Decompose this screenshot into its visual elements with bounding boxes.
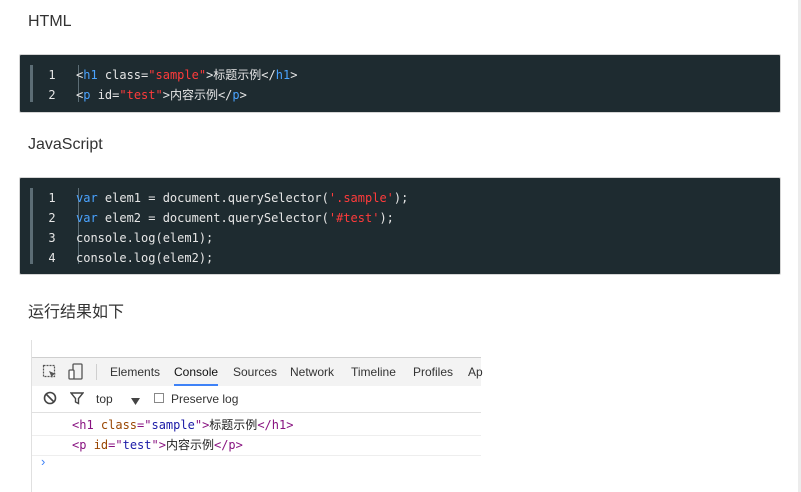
code-token: console.log(elem2); [76, 251, 214, 265]
console-token: =" [137, 418, 152, 432]
console-token: 标题示例 [209, 418, 258, 432]
code-token: "test" [119, 88, 163, 102]
line-number: 2 [48, 211, 56, 225]
heading-html: HTML [28, 13, 72, 30]
console-token: <p [72, 438, 94, 452]
devtools-tab-bar: Elements Console Sources Network Timeline Pro… [32, 357, 483, 387]
code-line: 1 <h1 class="sample">标题示例</h1> [20, 65, 740, 85]
code-token: h1 [275, 68, 291, 82]
code-token: "sample" [148, 68, 207, 82]
console-prompt[interactable]: › [41, 454, 45, 469]
line-number: 1 [48, 68, 56, 82]
line-number: 1 [48, 191, 56, 205]
dropdown-arrow-icon[interactable] [131, 395, 140, 409]
code-token: >标题示例</ [206, 68, 276, 82]
code-token: var [76, 211, 98, 225]
code-text: <p id="test">内容示例</p> [76, 85, 247, 105]
filter-icon[interactable] [69, 392, 85, 408]
clear-console-icon[interactable] [43, 391, 57, 408]
console-token: </p> [213, 438, 243, 452]
device-mode-icon[interactable] [68, 363, 84, 384]
line-number: 2 [48, 88, 56, 102]
tab-ap[interactable]: Ap [468, 358, 483, 386]
preserve-log-checkbox[interactable] [154, 393, 164, 403]
tab-timeline[interactable]: Timeline [351, 358, 396, 386]
line-number: 4 [48, 251, 56, 265]
code-token: h1 [83, 68, 98, 82]
console-token: class [100, 418, 138, 432]
tab-network[interactable]: Network [290, 358, 334, 386]
code-line: 3 console.log(elem1); [20, 228, 740, 248]
console-token: 内容示例 [165, 438, 214, 452]
tab-sources[interactable]: Sources [233, 358, 277, 386]
code-line: 2 var elem2 = document.querySelector('#te… [20, 208, 740, 228]
code-token: >内容示例</ [162, 88, 233, 102]
console-message-text: <h1 class="sample">标题示例</h1> [72, 415, 293, 435]
html-code-block: 1 <h1 class="sample">标题示例</h1> 2 <p id="tes… [19, 54, 781, 113]
console-token: "> [151, 438, 166, 452]
line-number: 3 [48, 231, 56, 245]
code-text: <h1 class="sample">标题示例</h1> [76, 65, 297, 85]
preserve-log-label: Preserve log [171, 392, 239, 406]
inspect-element-icon[interactable] [42, 364, 58, 383]
code-text: console.log(elem2); [76, 248, 213, 268]
tab-separator [96, 364, 97, 380]
console-token: =" [108, 438, 123, 452]
tab-console[interactable]: Console [174, 358, 219, 386]
js-code-block: 1 var elem1 = document.querySelector('.sa… [19, 177, 781, 275]
code-token: var [76, 191, 98, 205]
code-token: '.sample' [328, 191, 394, 205]
console-message[interactable]: <p id="test">内容示例</p> [32, 435, 481, 456]
code-token: elem2 = document.querySelector( [97, 211, 329, 225]
code-text: console.log(elem1); [76, 228, 213, 248]
devtools-panel: Elements Console Sources Network Timeline Pro… [31, 340, 483, 492]
code-token: id= [90, 88, 120, 102]
code-token: > [290, 68, 298, 82]
code-token: elem1 = document.querySelector( [97, 191, 329, 205]
code-token: ); [393, 191, 409, 205]
code-text: var elem1 = document.querySelector('.sam… [76, 188, 408, 208]
context-selector[interactable]: top [96, 386, 113, 412]
code-token: class= [97, 68, 149, 82]
code-text: var elem2 = document.querySelector('#tes… [76, 208, 394, 228]
console-token: </h1> [257, 418, 294, 432]
console-message[interactable]: <h1 class="sample">标题示例</h1> [32, 415, 481, 436]
console-toolbar: top Preserve log [32, 386, 481, 413]
code-token: > [239, 88, 247, 102]
console-token: test [122, 438, 152, 452]
console-token: <h1 [72, 418, 101, 432]
heading-result: 运行结果如下 [28, 304, 125, 321]
code-line: 4 console.log(elem2); [20, 248, 740, 268]
console-token: id [93, 438, 109, 452]
tab-profiles[interactable]: Profiles [413, 358, 453, 386]
code-token: console.log(elem1); [76, 231, 214, 245]
code-token: '#test' [328, 211, 380, 225]
console-token: "> [194, 418, 210, 432]
code-line: 1 var elem1 = document.querySelector('.sa… [20, 188, 740, 208]
console-token: sample [151, 418, 195, 432]
code-token: ); [379, 211, 394, 225]
console-message-text: <p id="test">内容示例</p> [72, 435, 243, 455]
code-token: p [232, 88, 240, 102]
heading-javascript: JavaScript [28, 136, 103, 153]
tab-elements[interactable]: Elements [110, 358, 160, 386]
code-line: 2 <p id="test">内容示例</p> [20, 85, 740, 105]
